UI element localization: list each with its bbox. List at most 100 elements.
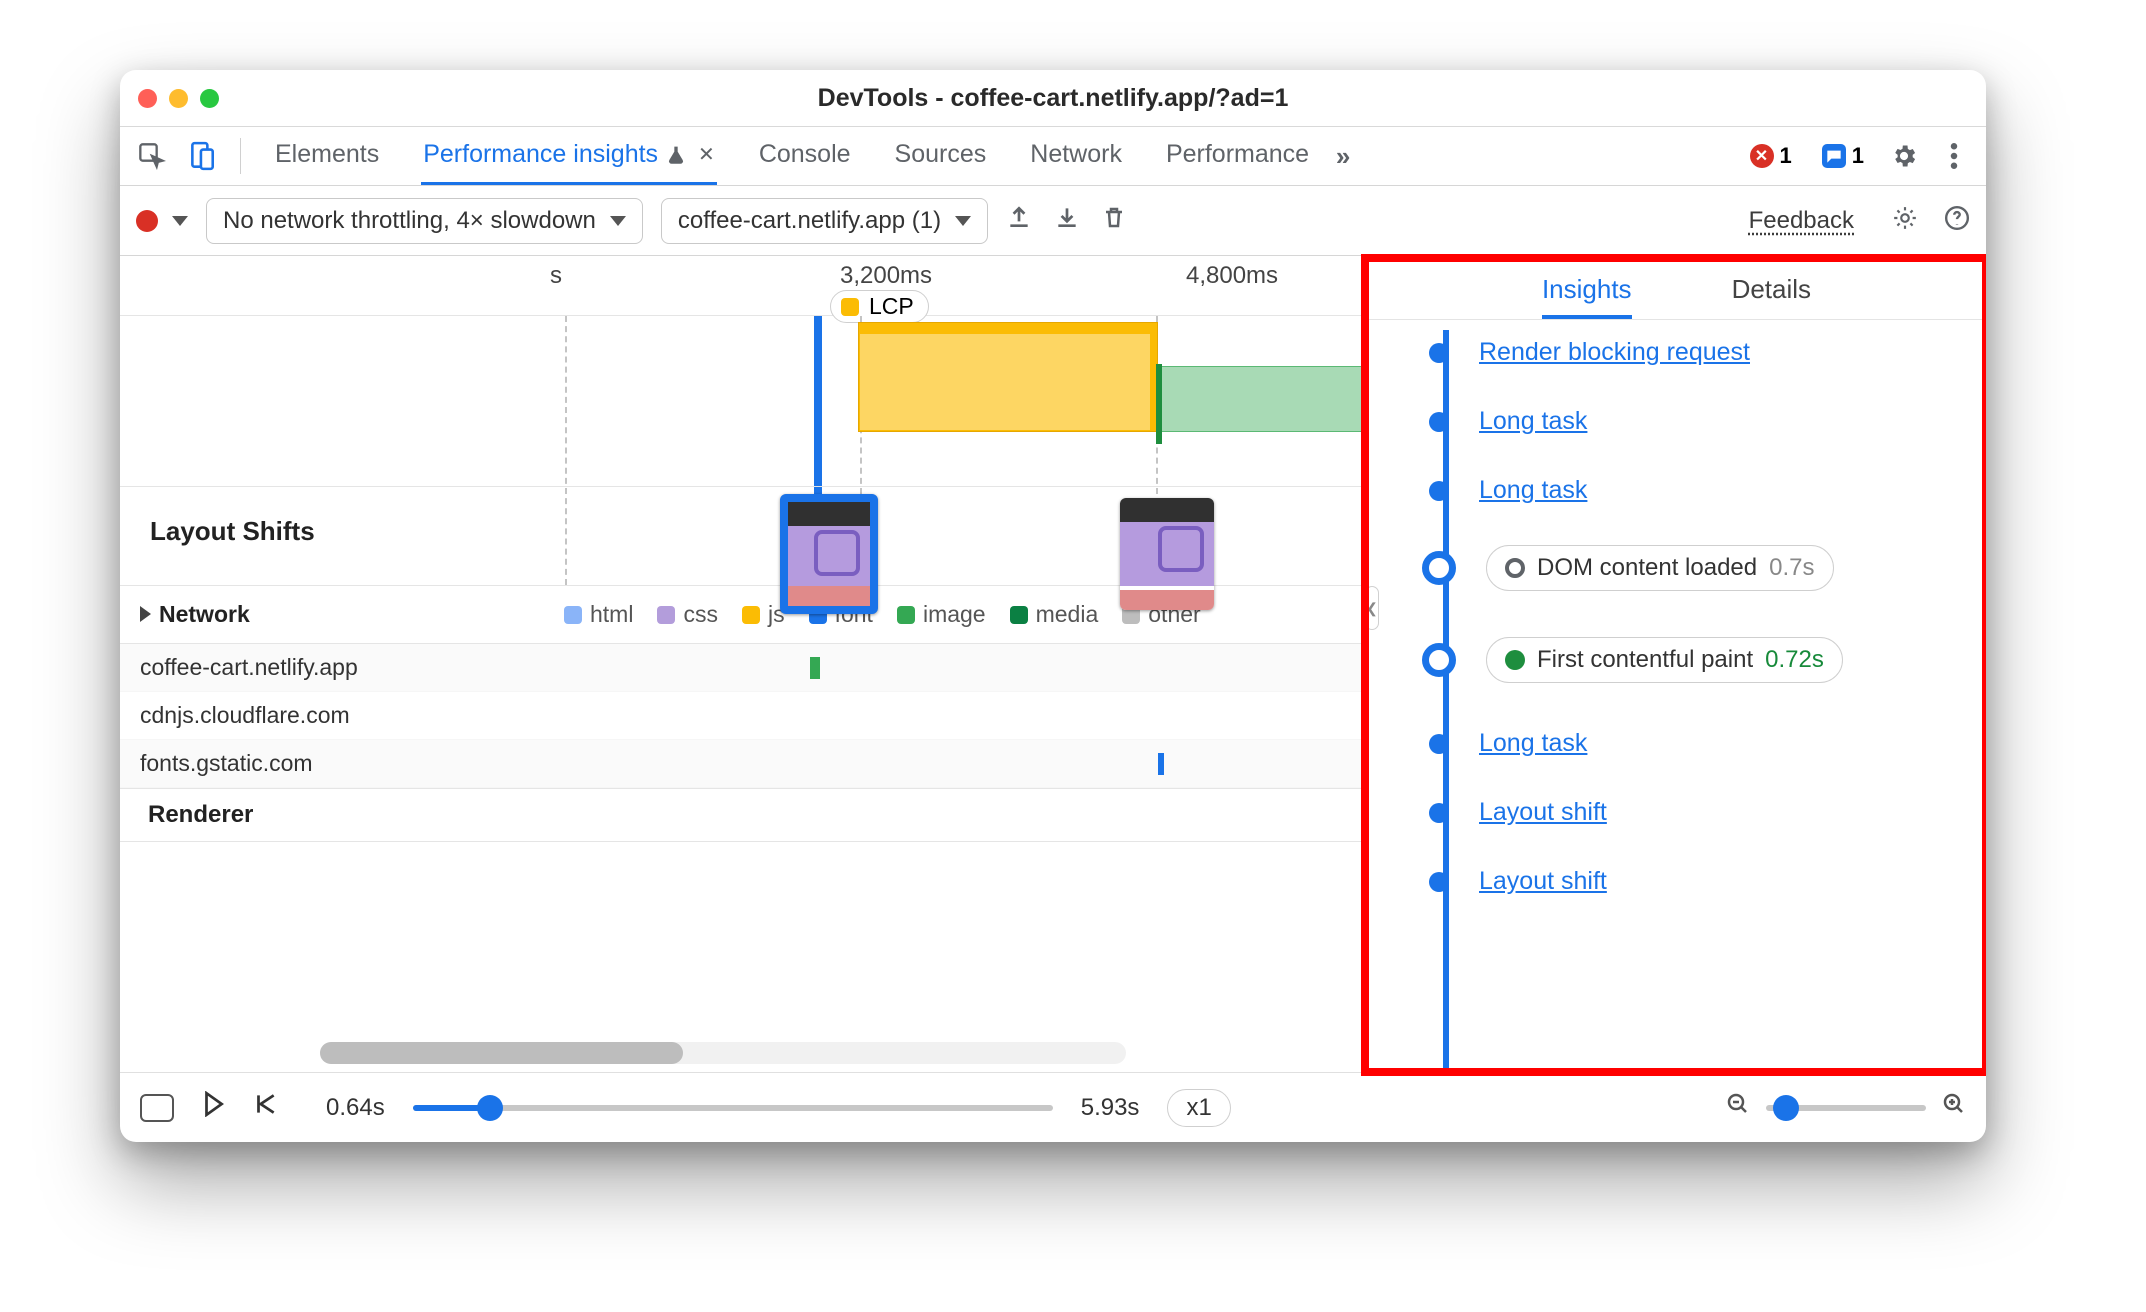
timeline-ring-icon bbox=[1422, 643, 1456, 677]
metric-pill[interactable]: DOM content loaded 0.7s bbox=[1486, 545, 1834, 591]
record-button-icon[interactable] bbox=[136, 210, 158, 232]
divider bbox=[120, 486, 1366, 487]
play-icon[interactable] bbox=[202, 1091, 224, 1124]
zoom-window-icon[interactable] bbox=[200, 89, 219, 108]
slider-knob[interactable] bbox=[477, 1095, 503, 1121]
tab-performance-insights[interactable]: Performance insights ✕ bbox=[421, 127, 717, 185]
legend-item: html bbox=[564, 601, 633, 628]
zoom-in-icon[interactable] bbox=[1942, 1092, 1966, 1123]
network-row[interactable]: fonts.gstatic.com bbox=[120, 740, 1366, 788]
sidebar-tabs: Insights Details bbox=[1367, 256, 1986, 320]
swatch-icon bbox=[564, 606, 582, 624]
minimize-window-icon[interactable] bbox=[169, 89, 188, 108]
filmstrip-thumb-selected[interactable] bbox=[780, 494, 878, 614]
throttling-select[interactable]: No network throttling, 4× slowdown bbox=[206, 198, 643, 244]
filmstrip-thumb[interactable] bbox=[1120, 498, 1214, 610]
playback-start-time: 0.64s bbox=[326, 1094, 385, 1122]
swatch-icon bbox=[742, 606, 760, 624]
ruler-tick: 3,200ms bbox=[840, 262, 932, 290]
tab-elements[interactable]: Elements bbox=[273, 127, 381, 185]
zoom-out-icon[interactable] bbox=[1726, 1092, 1750, 1123]
timeline-item[interactable]: DOM content loaded 0.7s bbox=[1429, 545, 1966, 591]
insight-link[interactable]: Layout shift bbox=[1479, 867, 1607, 896]
insight-link[interactable]: Long task bbox=[1479, 729, 1587, 758]
timeline-ring-icon bbox=[1422, 551, 1456, 585]
timeline-axis bbox=[1443, 330, 1449, 1072]
cls-marker bbox=[1156, 364, 1162, 444]
inspect-element-icon[interactable] bbox=[134, 138, 170, 174]
tab-console[interactable]: Console bbox=[757, 127, 853, 185]
network-header[interactable]: Network bbox=[140, 601, 540, 628]
tab-details[interactable]: Details bbox=[1732, 274, 1811, 319]
close-window-icon[interactable] bbox=[138, 89, 157, 108]
tab-sources[interactable]: Sources bbox=[893, 127, 989, 185]
help-icon[interactable] bbox=[1944, 205, 1970, 236]
devtools-tabbar: Elements Performance insights ✕ Console … bbox=[120, 126, 1986, 186]
horizontal-scrollbar[interactable] bbox=[320, 1042, 1126, 1064]
insight-link[interactable]: Long task bbox=[1479, 407, 1587, 436]
insight-link[interactable]: Long task bbox=[1479, 476, 1587, 505]
timeline-item[interactable]: First contentful paint0.72s bbox=[1429, 637, 1966, 683]
page-select[interactable]: coffee-cart.netlify.app (1) bbox=[661, 198, 988, 244]
swatch-icon bbox=[897, 606, 915, 624]
delete-icon[interactable] bbox=[1102, 204, 1126, 237]
traffic-lights bbox=[138, 89, 219, 108]
ruler-tick: s bbox=[550, 262, 562, 290]
time-ruler[interactable]: s 3,200ms 4,800ms LCP bbox=[120, 256, 1366, 316]
kebab-menu-icon[interactable] bbox=[1936, 138, 1972, 174]
timeline-item[interactable]: Layout shift bbox=[1429, 798, 1966, 827]
export-icon[interactable] bbox=[1006, 204, 1032, 237]
error-badge[interactable]: ✕ 1 bbox=[1742, 141, 1800, 171]
metric-pill[interactable]: First contentful paint0.72s bbox=[1486, 637, 1843, 683]
timeline-item[interactable]: Long task bbox=[1429, 407, 1966, 436]
import-icon[interactable] bbox=[1054, 204, 1080, 237]
cls-bar[interactable] bbox=[1156, 366, 1366, 432]
tab-insights[interactable]: Insights bbox=[1542, 274, 1632, 319]
zoom-controls bbox=[1726, 1092, 1966, 1123]
metric-label: DOM content loaded bbox=[1537, 554, 1757, 582]
timeline-item[interactable]: Long task bbox=[1429, 729, 1966, 758]
insight-link[interactable]: Layout shift bbox=[1479, 798, 1607, 827]
network-row[interactable]: coffee-cart.netlify.app bbox=[120, 644, 1366, 692]
playback-slider[interactable] bbox=[413, 1105, 1053, 1111]
rewind-icon[interactable] bbox=[252, 1091, 278, 1124]
timeline-item[interactable]: Render blocking request bbox=[1429, 338, 1966, 367]
toggle-visibility-icon[interactable] bbox=[140, 1094, 174, 1122]
metric-time: 0.7s bbox=[1769, 554, 1814, 582]
timeline-dot-icon bbox=[1429, 872, 1449, 892]
insights-timeline[interactable]: Render blocking request Long task Long tas… bbox=[1367, 320, 1986, 1072]
tab-label: Performance insights bbox=[423, 140, 658, 169]
legend-item: css bbox=[657, 601, 718, 628]
feedback-link[interactable]: Feedback bbox=[1749, 207, 1854, 235]
record-menu-caret-icon[interactable] bbox=[172, 216, 188, 226]
timeline-item[interactable]: Long task bbox=[1429, 476, 1966, 505]
zoom-slider[interactable] bbox=[1766, 1105, 1926, 1111]
insight-link[interactable]: Render blocking request bbox=[1479, 338, 1750, 367]
timeline-item[interactable]: Layout shift bbox=[1429, 867, 1966, 896]
device-toolbar-icon[interactable] bbox=[184, 138, 220, 174]
close-tab-icon[interactable]: ✕ bbox=[698, 142, 715, 167]
network-row[interactable]: cdnjs.cloudflare.com bbox=[120, 692, 1366, 740]
speed-pill[interactable]: x1 bbox=[1167, 1089, 1230, 1127]
disclosure-triangle-icon bbox=[140, 606, 151, 622]
request-marker bbox=[810, 657, 820, 679]
timeline-dot-icon bbox=[1429, 412, 1449, 432]
panel-settings-icon[interactable] bbox=[1892, 205, 1918, 236]
metric-time: 0.72s bbox=[1765, 646, 1824, 674]
scrollbar-thumb[interactable] bbox=[320, 1042, 683, 1064]
network-rows: coffee-cart.netlify.app cdnjs.cloudflare… bbox=[120, 644, 1366, 788]
chevron-down-icon bbox=[610, 216, 626, 226]
settings-icon[interactable] bbox=[1886, 138, 1922, 174]
swatch-icon bbox=[1010, 606, 1028, 624]
tab-performance[interactable]: Performance bbox=[1164, 127, 1311, 185]
more-tabs-icon[interactable]: » bbox=[1325, 138, 1361, 174]
flame-chart[interactable]: Layout Shifts bbox=[120, 316, 1366, 586]
timeline-dot-icon bbox=[1429, 481, 1449, 501]
layout-shifts-label: Layout Shifts bbox=[150, 516, 315, 547]
tab-network[interactable]: Network bbox=[1028, 127, 1124, 185]
renderer-header[interactable]: Renderer bbox=[120, 788, 1366, 842]
legend-item: image bbox=[897, 601, 986, 628]
message-badge[interactable]: 1 bbox=[1814, 141, 1872, 171]
slider-knob[interactable] bbox=[1773, 1095, 1799, 1121]
legend-item: media bbox=[1010, 601, 1099, 628]
